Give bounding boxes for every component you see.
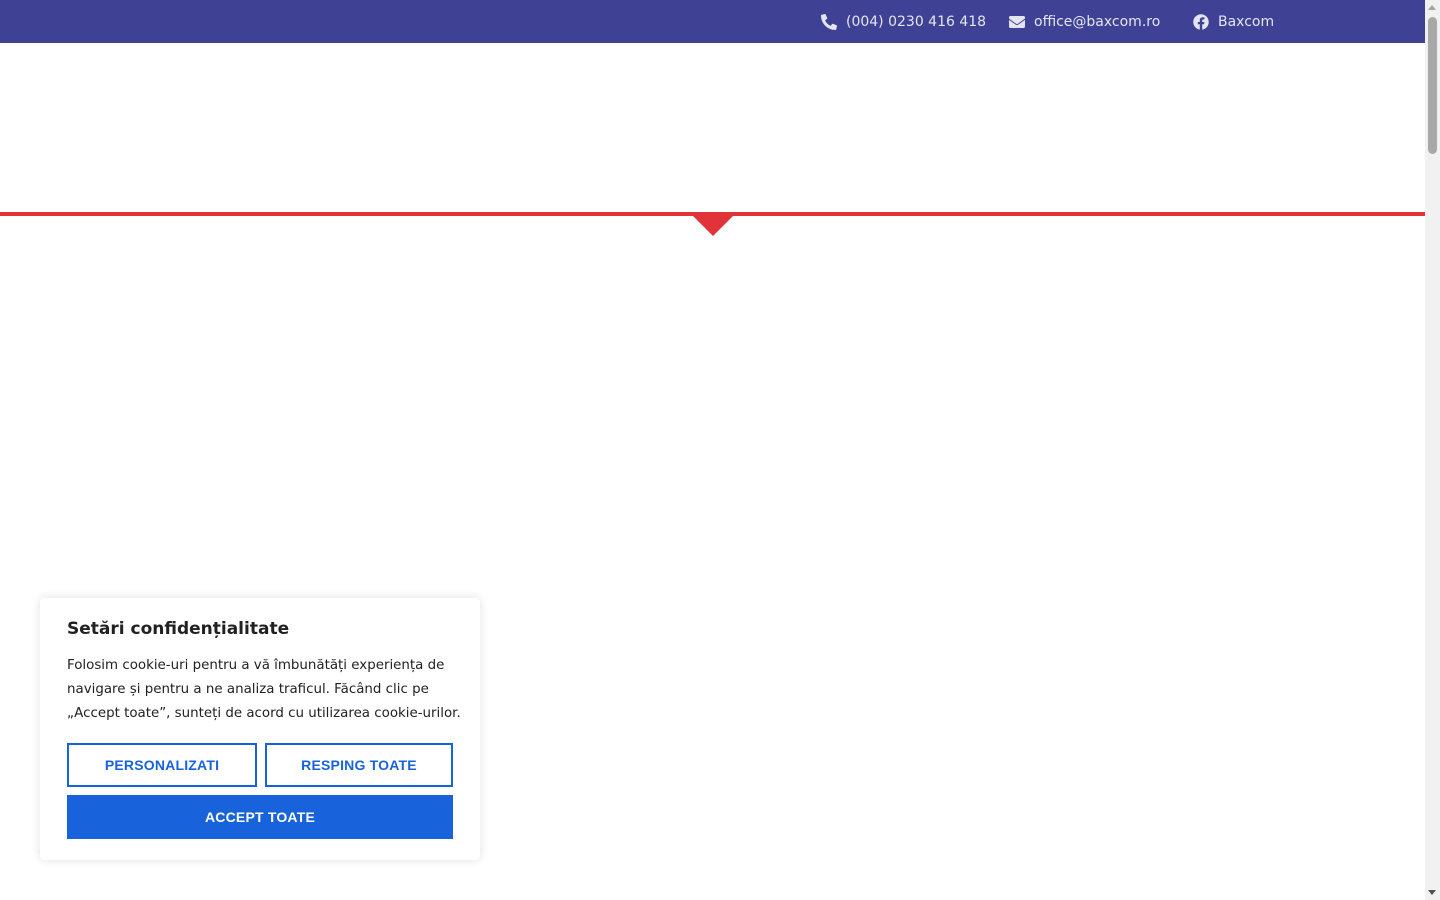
phone-number: (004) 0230 416 418 [846, 13, 987, 30]
cookie-consent-banner: Setări confidențialitate Folosim cookie-… [40, 598, 480, 860]
cookie-title: Setări confidențialitate [67, 619, 290, 639]
envelope-icon [1009, 14, 1025, 30]
customize-button[interactable]: PERSONALIZATI [67, 743, 257, 787]
page: (004) 0230 416 418 office@baxcom.ro Baxc… [0, 0, 1440, 900]
phone-icon [821, 13, 837, 30]
facebook-icon [1193, 13, 1209, 30]
cookie-description: Folosim cookie-uri pentru a vă îmbunătăț… [67, 658, 461, 721]
page-scrollbar[interactable] [1425, 0, 1440, 900]
site-header [0, 43, 1425, 213]
email-link[interactable]: office@baxcom.ro [1009, 0, 1160, 43]
facebook-label: Baxcom [1218, 13, 1275, 30]
divider-arrow-icon [692, 215, 734, 236]
facebook-link[interactable]: Baxcom [1193, 0, 1274, 43]
phone-link[interactable]: (004) 0230 416 418 [821, 0, 986, 43]
accept-all-button[interactable]: ACCEPT TOATE [67, 795, 453, 839]
top-contact-bar: (004) 0230 416 418 office@baxcom.ro Baxc… [0, 0, 1425, 43]
email-address: office@baxcom.ro [1034, 13, 1161, 30]
scrollbar-thumb[interactable] [1428, 17, 1437, 154]
scroll-up-arrow-icon[interactable] [1428, 5, 1436, 10]
reject-all-button[interactable]: RESPING TOATE [265, 743, 453, 787]
scroll-down-arrow-icon[interactable] [1428, 890, 1436, 895]
